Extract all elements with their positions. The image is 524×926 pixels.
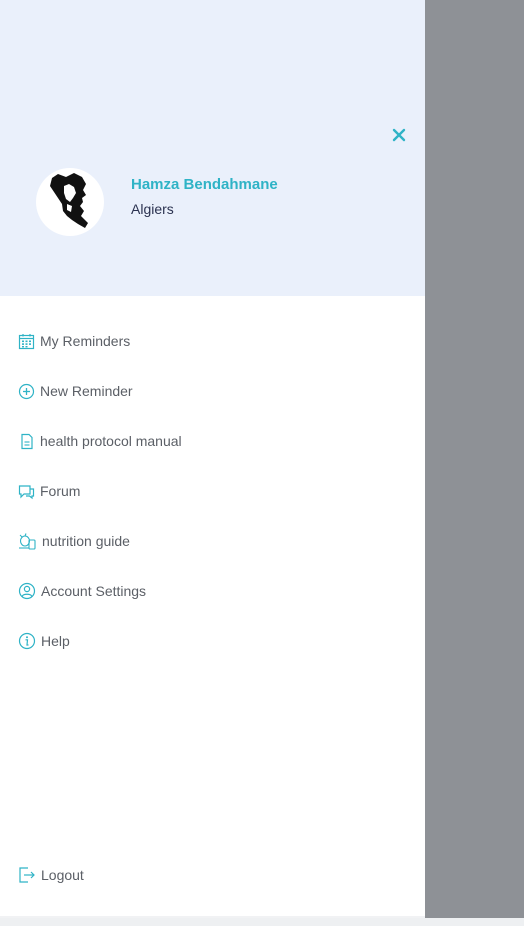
close-button[interactable]	[389, 125, 409, 145]
plus-circle-icon	[18, 383, 35, 399]
chat-icon	[18, 484, 35, 499]
profile-portrait-icon	[50, 173, 88, 228]
logout-label: Logout	[41, 867, 84, 883]
menu-item-my-reminders[interactable]: My Reminders	[18, 330, 398, 352]
menu-item-label: Help	[41, 633, 70, 649]
menu-item-label: Forum	[40, 483, 81, 499]
menu-item-label: nutrition guide	[42, 533, 130, 549]
navigation-drawer: Hamza Bendahmane Algiers My Reminders Ne…	[0, 0, 425, 916]
menu-item-label: health protocol manual	[40, 433, 182, 449]
menu-item-nutrition-guide[interactable]: nutrition guide	[18, 530, 398, 552]
logout-icon	[19, 867, 35, 883]
nutrition-icon	[19, 532, 36, 550]
info-icon	[18, 632, 36, 650]
user-circle-icon	[18, 582, 36, 600]
user-name[interactable]: Hamza Bendahmane	[131, 176, 278, 193]
menu-item-account-settings[interactable]: Account Settings	[18, 580, 398, 602]
backdrop-overlay[interactable]	[425, 0, 524, 918]
menu-item-health-protocol-manual[interactable]: health protocol manual	[18, 430, 398, 452]
profile-header: Hamza Bendahmane Algiers	[0, 0, 425, 296]
menu-item-forum[interactable]: Forum	[18, 480, 398, 502]
menu-item-label: Account Settings	[41, 583, 147, 599]
menu-item-label: My Reminders	[40, 333, 131, 349]
menu-item-help[interactable]: Help	[18, 630, 398, 652]
menu-item-label: New Reminder	[40, 383, 133, 399]
close-icon	[392, 128, 406, 142]
avatar[interactable]	[36, 168, 104, 236]
logout-button[interactable]: Logout	[18, 864, 398, 886]
menu-item-new-reminder[interactable]: New Reminder	[18, 380, 398, 402]
calendar-icon	[18, 333, 35, 349]
bottom-strip	[0, 918, 524, 926]
user-location: Algiers	[131, 201, 174, 217]
document-icon	[21, 433, 33, 449]
